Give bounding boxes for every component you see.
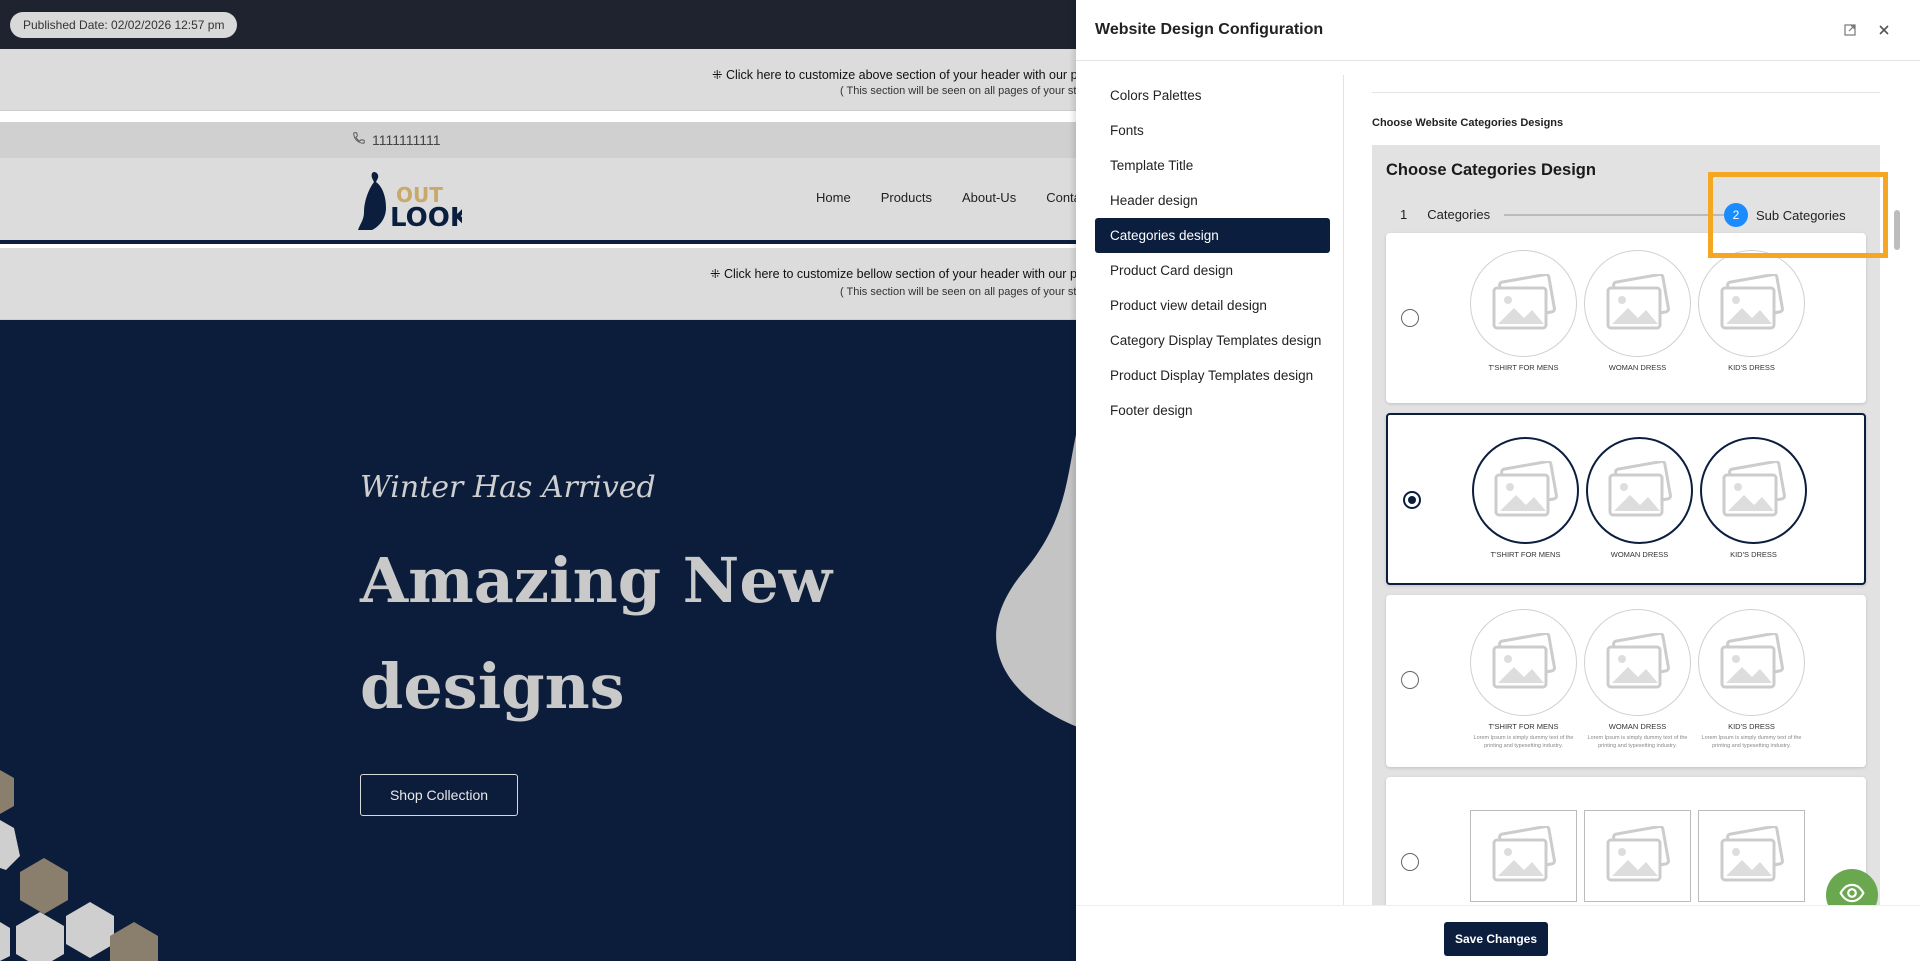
menu-footer-design[interactable]: Footer design [1095,393,1330,428]
image-placeholder-icon [1470,609,1577,716]
hexagon-decoration [0,770,158,961]
customize-below-header-strip[interactable]: ⁜ Click here to customize bellow section… [0,248,1076,320]
image-placeholder-icon [1698,810,1805,902]
image-placeholder-icon [1472,437,1579,544]
customize-above-text[interactable]: ⁜ Click here to customize above section … [712,67,1076,82]
category-thumb: KID'S DRESS Lorem Ipsum is simply dummy … [1698,609,1805,750]
menu-fonts[interactable]: Fonts [1095,113,1330,148]
svg-text:LOOK: LOOK [390,203,462,233]
nav-home[interactable]: Home [816,190,851,205]
panel-footer: Save Changes [1076,905,1920,961]
category-thumb: WOMAN DRESS Lorem Ipsum is simply dummy … [1584,609,1691,750]
categories-design-content: Choose Website Categories Designs Choose… [1372,75,1892,905]
close-icon[interactable] [1874,20,1894,40]
menu-product-display-templates-design[interactable]: Product Display Templates design [1095,358,1330,393]
image-placeholder-icon [1584,810,1691,902]
shop-collection-button[interactable]: Shop Collection [360,774,518,816]
design-option-4-radio[interactable] [1401,853,1419,871]
panel-title: Website Design Configuration [1095,21,1324,38]
step-1-label: Categories [1427,207,1491,222]
customize-below-note: ( This section will be seen on all pages… [840,286,1076,298]
website-preview: Published Date: 02/02/2026 12:57 pm ⁜ Cl… [0,0,1076,961]
step-connector [1504,214,1729,216]
expand-icon[interactable] [1840,20,1860,40]
content-scrollbar[interactable] [1894,75,1900,905]
menu-colors-palettes[interactable]: Colors Palettes [1095,78,1330,113]
scrollbar-thumb[interactable] [1894,210,1900,250]
step-1-number: 1 [1400,207,1408,222]
hero-blob-shape [996,434,1076,727]
category-thumb: WOMAN DRESS [1584,250,1691,372]
category-thumb [1698,810,1805,902]
menu-categories-design[interactable]: Categories design [1095,218,1330,253]
step-2-number: 2 [1724,203,1748,227]
image-placeholder-icon [1700,437,1807,544]
image-placeholder-icon [1698,609,1805,716]
panel-header: Website Design Configuration [1076,0,1920,61]
design-option-1[interactable]: T'SHIRT FOR MENS WOMAN DRESS KID'S DRESS [1386,233,1866,403]
hero-subtitle: Winter Has Arrived [360,470,656,505]
header-nav-row: OUT LOOK Home Products About-Us Conta [0,158,1076,244]
category-thumb: T'SHIRT FOR MENS Lorem Ipsum is simply d… [1470,609,1577,750]
nav-products[interactable]: Products [881,190,932,205]
hero-banner: Winter Has Arrived Amazing New designs S… [0,320,1076,961]
step-2-label: Sub Categories [1756,207,1846,223]
outlook-logo[interactable]: OUT LOOK [352,168,471,234]
design-option-4[interactable] [1386,777,1866,905]
image-placeholder-icon [1584,250,1691,357]
menu-header-design[interactable]: Header design [1095,183,1330,218]
image-placeholder-icon [1584,609,1691,716]
phone-icon [352,131,366,148]
section-divider [1372,92,1880,93]
customize-above-note: ( This section will be seen on all pages… [840,85,1076,97]
design-sections-menu: Colors Palettes Fonts Template Title Hea… [1095,78,1330,428]
category-thumb: KID'S DRESS [1698,250,1805,372]
phone-row: 1111111111 [0,122,1076,158]
customize-below-text[interactable]: ⁜ Click here to customize bellow section… [710,266,1076,281]
image-placeholder-icon [1698,250,1805,357]
design-option-3-radio[interactable] [1401,671,1419,689]
image-placeholder-icon [1470,810,1577,902]
category-thumb: WOMAN DRESS [1586,437,1693,559]
section-label: Choose Website Categories Designs [1372,117,1564,129]
hero-heading: Amazing New designs [360,544,833,723]
menu-category-display-templates-design[interactable]: Category Display Templates design [1095,323,1330,358]
step-sub-categories[interactable]: 2 Sub Categories [1724,203,1846,227]
design-option-3[interactable]: T'SHIRT FOR MENS Lorem Ipsum is simply d… [1386,595,1866,767]
nav-about-us[interactable]: About-Us [962,190,1016,205]
design-option-2[interactable]: T'SHIRT FOR MENS WOMAN DRESS KID'S DRESS [1386,413,1866,585]
published-date-badge: Published Date: 02/02/2026 12:57 pm [10,12,238,38]
category-thumb [1584,810,1691,902]
design-option-1-radio[interactable] [1401,309,1419,327]
menu-template-title[interactable]: Template Title [1095,148,1330,183]
customize-above-header-strip[interactable]: ⁜ Click here to customize above section … [0,49,1076,111]
menu-product-view-detail-design[interactable]: Product view detail design [1095,288,1330,323]
website-design-configuration-panel: Website Design Configuration Colors Pale… [1076,0,1920,961]
phone-number: 1111111111 [372,131,441,148]
category-thumb: KID'S DRESS [1700,437,1807,559]
preview-top-bar: Published Date: 02/02/2026 12:57 pm [0,0,1076,49]
save-changes-button[interactable]: Save Changes [1444,922,1548,956]
categories-design-card: Choose Categories Design 1 Categories 2 … [1372,145,1888,905]
nav-contact[interactable]: Conta [1046,190,1076,205]
category-thumb: T'SHIRT FOR MENS [1470,250,1577,372]
category-thumb [1470,810,1577,902]
card-title: Choose Categories Design [1386,161,1596,179]
image-placeholder-icon [1586,437,1693,544]
design-stepper: 1 Categories 2 Sub Categories [1386,200,1866,230]
panel-divider [1343,75,1344,905]
main-nav: Home Products About-Us Conta [816,190,1076,205]
image-placeholder-icon [1470,250,1577,357]
design-option-2-radio[interactable] [1403,491,1421,509]
category-thumb: T'SHIRT FOR MENS [1472,437,1579,559]
menu-product-card-design[interactable]: Product Card design [1095,253,1330,288]
step-categories[interactable]: 1 Categories [1400,207,1490,222]
